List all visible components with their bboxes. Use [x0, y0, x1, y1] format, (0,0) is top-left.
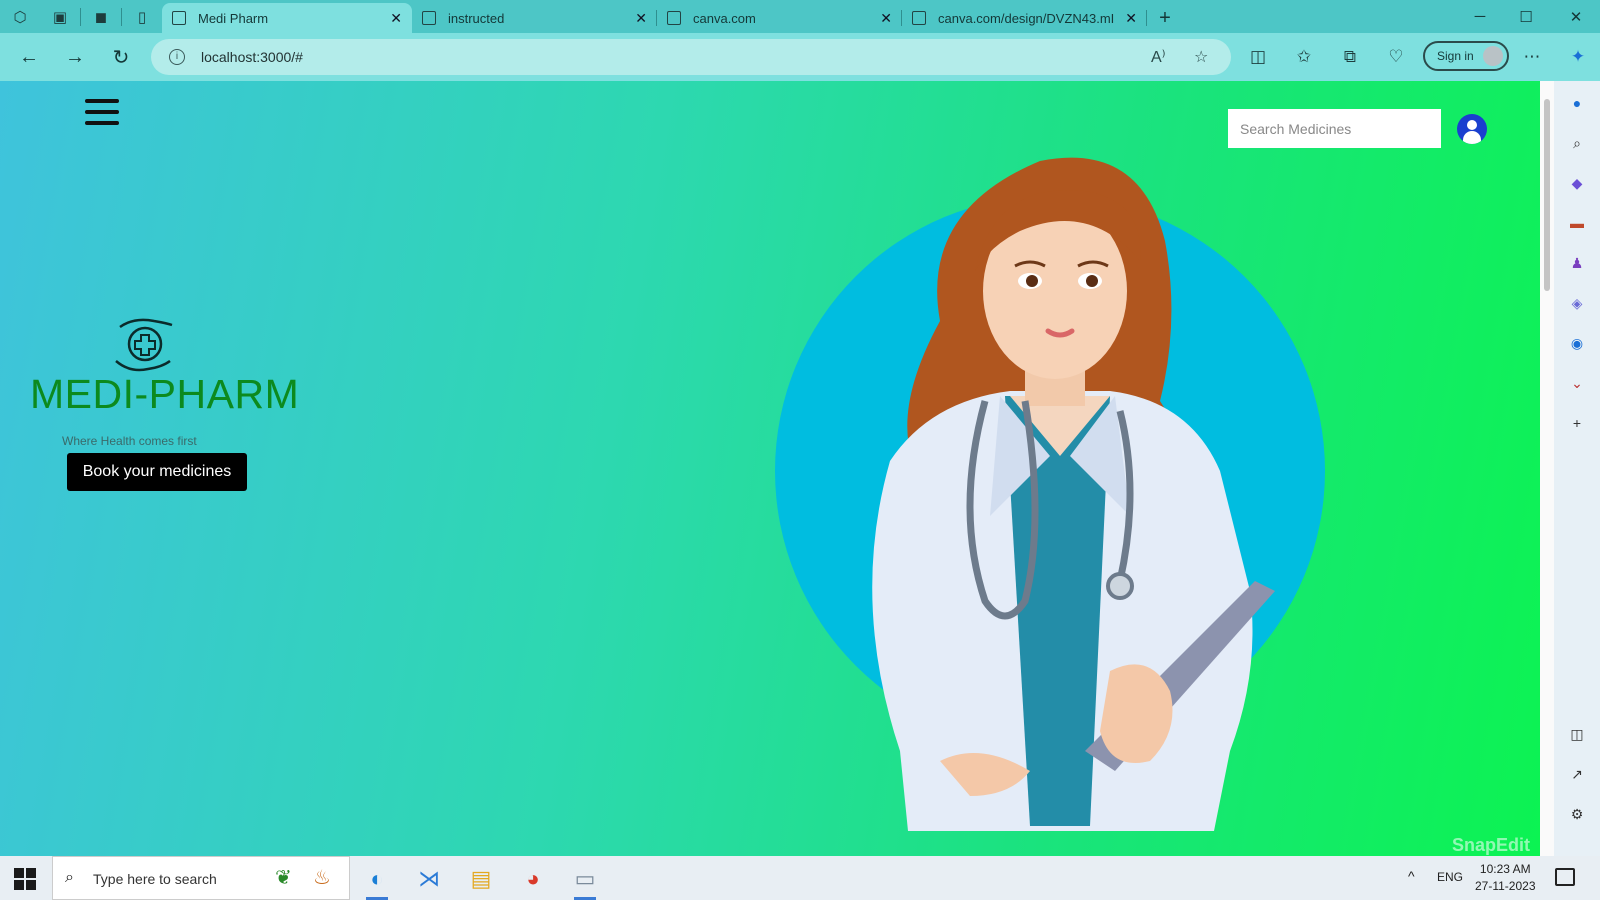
tab-label: canva.com [693, 10, 756, 26]
favorites-icon[interactable]: ✩ [1292, 46, 1316, 68]
address-bar[interactable]: i localhost:3000/# A⁾ ☆ [151, 39, 1231, 75]
tab-label: instructed [448, 10, 505, 26]
sign-in-label: Sign in [1437, 49, 1474, 63]
tagline: Where Health comes first [62, 434, 197, 448]
edge-sidebar: ● ⌕ ◆ ▬ ♟ ◈ ◉ ⌄ + ◫ ↗ ⚙ [1554, 81, 1600, 856]
forward-icon[interactable]: → [60, 43, 90, 71]
add-icon[interactable]: + [1567, 413, 1587, 433]
diya-icon[interactable]: ♨ [313, 865, 331, 890]
avatar [1483, 46, 1503, 66]
tab-canva[interactable]: canva.com ✕ [657, 3, 902, 33]
page-icon [667, 11, 681, 25]
office-icon[interactable]: ◈ [1567, 293, 1587, 313]
taskbar-search-placeholder: Type here to search [93, 871, 217, 887]
settings-icon[interactable]: ⚙ [1567, 804, 1587, 824]
drop-icon[interactable]: ⌄ [1567, 373, 1587, 393]
edge-app-icon[interactable]: ◐ [360, 862, 394, 900]
favorite-star-icon[interactable]: ☆ [1194, 47, 1208, 67]
book-medicines-button[interactable]: Book your medicines [67, 453, 247, 491]
more-options-icon[interactable]: ⋯ [1520, 46, 1544, 68]
start-icon[interactable] [14, 868, 36, 890]
tab-canva-design[interactable]: canva.com/design/DVZN43.mI ✕ [902, 3, 1147, 33]
taskbar: ⌕ Type here to search ❦ ♨ ◐ ⋊ ▤ ◕ ▭ ^ EN… [0, 856, 1600, 900]
toolbox-icon[interactable]: ▬ [1567, 213, 1587, 233]
close-icon[interactable]: ✕ [635, 10, 647, 27]
external-link-icon[interactable]: ↗ [1567, 764, 1587, 784]
language-indicator[interactable]: ENG [1437, 870, 1463, 884]
app-icon[interactable]: ▭ [568, 862, 602, 900]
chrome-app-icon[interactable]: ◕ [516, 862, 550, 896]
taskbar-search[interactable]: ⌕ Type here to search ❦ ♨ [52, 856, 350, 900]
browser-essentials-icon[interactable]: ♡ [1384, 46, 1408, 68]
page-icon [422, 11, 436, 25]
collections-icon[interactable]: ◼ [81, 0, 121, 33]
tab-medi-pharm[interactable]: Medi Pharm ✕ [162, 3, 412, 33]
pharmacy-hands-icon [115, 318, 173, 372]
tab-instructed[interactable]: instructed ✕ [412, 3, 657, 33]
user-icon[interactable] [1457, 114, 1487, 144]
scrollbar-thumb[interactable] [1544, 99, 1550, 291]
search-input[interactable] [1228, 109, 1441, 148]
clock-time: 10:23 AM [1479, 862, 1531, 876]
notifications-icon[interactable] [1555, 868, 1575, 886]
close-icon[interactable]: ✕ [1125, 10, 1137, 27]
file-explorer-icon[interactable]: ▤ [464, 862, 498, 896]
collections-icon[interactable]: ⧉ [1338, 46, 1362, 68]
doctor-illustration [775, 157, 1325, 831]
brand-name: MEDI-PHARM [30, 371, 300, 417]
url-text[interactable]: localhost:3000/# [201, 49, 303, 65]
tag-icon[interactable]: ◆ [1567, 173, 1587, 193]
tab-actions-icon[interactable]: ▣ [40, 0, 80, 33]
copilot-icon[interactable]: ✦ [1566, 46, 1590, 68]
back-icon[interactable]: ← [14, 43, 44, 71]
maximize-button[interactable]: ☐ [1503, 0, 1549, 33]
split-screen-icon[interactable]: ◫ [1246, 46, 1270, 68]
people-icon[interactable]: ♟ [1567, 253, 1587, 273]
workspaces-icon[interactable]: ⬡ [0, 0, 40, 33]
close-icon[interactable]: ✕ [880, 10, 892, 27]
site-info-icon[interactable]: i [169, 49, 185, 65]
window-close-button[interactable]: ✕ [1553, 0, 1599, 33]
clock[interactable]: 10:23 AM 27-11-2023 [1475, 861, 1536, 895]
tray-chevron-icon[interactable]: ^ [1408, 868, 1415, 884]
read-aloud-icon[interactable]: A⁾ [1151, 47, 1166, 67]
outlook-icon[interactable]: ◉ [1567, 333, 1587, 353]
page-viewport: MEDI-PHARM Where Health comes first Book… [0, 81, 1540, 856]
widget-icon[interactable]: ❦ [275, 865, 292, 890]
blank-page-icon[interactable]: ▯ [122, 0, 162, 33]
refresh-icon[interactable]: ↻ [106, 43, 136, 71]
split-view-icon[interactable]: ◫ [1567, 724, 1587, 744]
close-icon[interactable]: ✕ [390, 10, 402, 27]
browser-tab-strip: ⬡ ▣ ◼ ▯ Medi Pharm ✕ instructed ✕ canva.… [0, 0, 1600, 33]
browser-toolbar: ← → ↻ i localhost:3000/# A⁾ ☆ ◫ ✩ ⧉ ♡ Si… [0, 33, 1600, 81]
watermark: SnapEdit [1452, 835, 1531, 855]
tab-label: canva.com/design/DVZN43.mI [938, 10, 1115, 26]
minimize-button[interactable]: ─ [1457, 0, 1503, 33]
tab-label: Medi Pharm [198, 10, 269, 26]
page-scrollbar[interactable] [1540, 81, 1554, 856]
page-favicon-icon [172, 11, 186, 25]
clock-date: 27-11-2023 [1475, 879, 1536, 893]
hamburger-icon[interactable] [85, 99, 119, 125]
new-tab-button[interactable]: + [1147, 3, 1183, 33]
vscode-app-icon[interactable]: ⋊ [412, 862, 446, 896]
page-icon [912, 11, 926, 25]
sign-in-button[interactable]: Sign in [1423, 41, 1509, 71]
search-icon[interactable]: ⌕ [1567, 133, 1587, 153]
bell-icon[interactable]: ● [1567, 93, 1587, 113]
search-icon: ⌕ [65, 869, 74, 886]
